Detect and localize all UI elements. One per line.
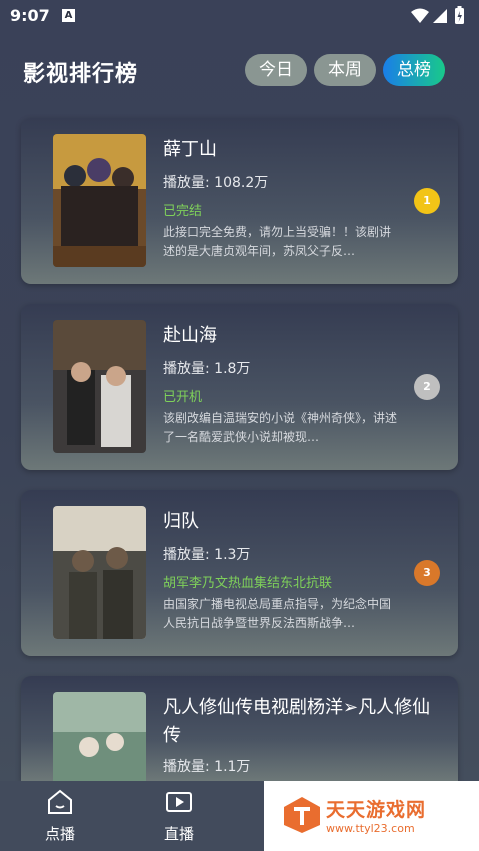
status-icons (409, 6, 471, 26)
list-item[interactable]: 凡人修仙传电视剧杨洋➢凡人修仙传 播放量: 1.1万 (21, 676, 458, 781)
poster-image[interactable] (53, 134, 146, 267)
item-info: 凡人修仙传电视剧杨洋➢凡人修仙传 播放量: 1.1万 (163, 694, 448, 776)
status-bar: 9:07 A (0, 0, 479, 34)
item-title[interactable]: 薛丁山 (163, 136, 403, 164)
item-status: 已完结 (163, 204, 203, 219)
watermark-url: www.ttyl23.com (326, 822, 415, 835)
item-info: 薛丁山 播放量: 108.2万 已完结 此接口完全免费，请勿上当受骗！！该剧讲述… (163, 136, 403, 261)
item-status: 胡军李乃文热血集结东北抗联 (163, 576, 333, 591)
item-title[interactable]: 凡人修仙传电视剧杨洋➢凡人修仙传 (163, 694, 448, 750)
rank-badge: 3 (414, 560, 440, 586)
watermark: 天天游戏网 www.ttyl23.com (264, 781, 479, 851)
home-icon (45, 789, 75, 821)
status-time: 9:07 (10, 6, 50, 25)
watermark-logo-icon (282, 795, 322, 839)
item-info: 赴山海 播放量: 1.8万 已开机 该剧改编自温瑞安的小说《神州奇侠》，讲述了一… (163, 322, 403, 447)
nav-label: 点播 (44, 825, 75, 843)
watermark-name: 天天游戏网 (326, 799, 427, 821)
page-title: 影视排行榜 (23, 62, 139, 87)
item-title[interactable]: 归队 (163, 508, 403, 536)
item-status: 已开机 (163, 390, 203, 405)
play-count: 播放量: 1.8万 (163, 361, 251, 377)
play-count: 播放量: 108.2万 (163, 175, 269, 191)
item-description: 该剧改编自温瑞安的小说《神州奇侠》，讲述了一名酷爱武侠小说却被现… (163, 411, 398, 444)
tab-all-time[interactable]: 总榜 (383, 54, 445, 86)
header: 影视排行榜 今日 本周 总榜 (0, 46, 479, 96)
rank-badge: 1 (414, 188, 440, 214)
wifi-icon (411, 8, 429, 23)
tab-today[interactable]: 今日 (245, 54, 307, 86)
nav-item-vod[interactable]: 点播 (20, 787, 100, 844)
tv-play-icon (164, 792, 194, 821)
poster-image[interactable] (53, 320, 146, 453)
item-description: 此接口完全免费，请勿上当受骗！！该剧讲述的是大唐贞观年间，苏凤父子反… (163, 225, 392, 258)
item-description: 由国家广播电视总局重点指导，为纪念中国人民抗日战争暨世界反法西斯战争… (163, 597, 392, 630)
item-info: 归队 播放量: 1.3万 胡军李乃文热血集结东北抗联 由国家广播电视总局重点指导… (163, 508, 403, 633)
tab-this-week[interactable]: 本周 (314, 54, 376, 86)
battery-icon (455, 6, 464, 24)
signal-icon (433, 9, 447, 23)
poster-image[interactable] (53, 692, 146, 781)
nav-item-live[interactable]: 直播 (139, 787, 219, 844)
play-count: 播放量: 1.3万 (163, 547, 251, 563)
notification-icon: A (62, 9, 75, 22)
list-item[interactable]: 归队 播放量: 1.3万 胡军李乃文热血集结东北抗联 由国家广播电视总局重点指导… (21, 490, 458, 656)
list-item[interactable]: 薛丁山 播放量: 108.2万 已完结 此接口完全免费，请勿上当受骗！！该剧讲述… (21, 118, 458, 284)
play-count: 播放量: 1.1万 (163, 759, 251, 775)
rank-badge: 2 (414, 374, 440, 400)
item-title[interactable]: 赴山海 (163, 322, 403, 350)
nav-label: 直播 (163, 825, 194, 843)
poster-image[interactable] (53, 506, 146, 639)
bottom-nav: 点播 直播 (0, 781, 264, 851)
list-item[interactable]: 赴山海 播放量: 1.8万 已开机 该剧改编自温瑞安的小说《神州奇侠》，讲述了一… (21, 304, 458, 470)
